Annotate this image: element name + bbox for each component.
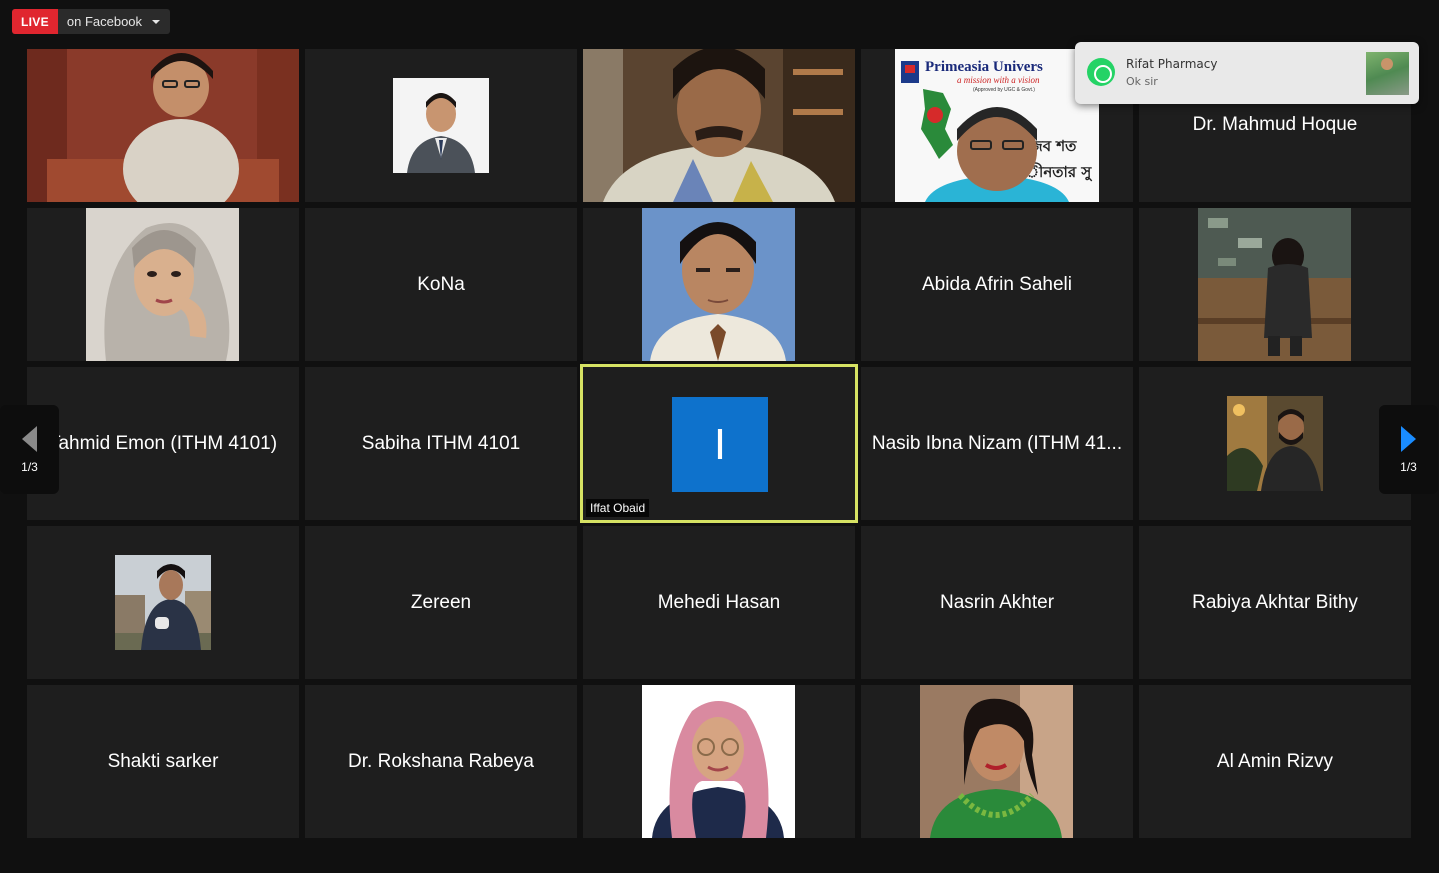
participant-name: Nasib Ibna Nizam (ITHM 41... bbox=[871, 432, 1123, 454]
chevron-down-icon[interactable] bbox=[152, 19, 161, 24]
page-indicator: 1/3 bbox=[21, 459, 38, 474]
participant-avatar-photo bbox=[86, 208, 239, 361]
participant-avatar-photo bbox=[1198, 208, 1351, 361]
participant-name: Tahmid Emon (ITHM 4101) bbox=[48, 432, 278, 454]
participant-name: Sabiha ITHM 4101 bbox=[361, 432, 521, 454]
participant-tile-suit-man[interactable] bbox=[305, 49, 577, 202]
previous-page-button[interactable]: 1/3 bbox=[0, 405, 59, 494]
participant-tile-bearded-man[interactable] bbox=[1139, 367, 1411, 520]
participant-name: Abida Afrin Saheli bbox=[922, 273, 1072, 295]
participant-tile-green-saree-woman[interactable] bbox=[861, 685, 1133, 838]
participant-name: Mehedi Hasan bbox=[657, 591, 781, 613]
live-destination[interactable]: on Facebook bbox=[58, 14, 170, 29]
participant-name: KoNa bbox=[417, 273, 465, 295]
notification-message: Ok sir bbox=[1126, 75, 1158, 88]
participant-tile-nasib[interactable]: Nasib Ibna Nizam (ITHM 41... bbox=[861, 367, 1133, 520]
banner-slogan: a mission with a vision bbox=[957, 75, 1040, 85]
participant-initial-avatar: I bbox=[672, 397, 768, 492]
participant-name: Al Amin Rizvy bbox=[1216, 750, 1334, 772]
participant-name: Dr. Mahmud Hoque bbox=[1192, 114, 1358, 135]
page-indicator: 1/3 bbox=[1400, 459, 1417, 474]
participant-tile-nasrin[interactable]: Nasrin Akhter bbox=[861, 526, 1133, 679]
participant-tile-child-balcony[interactable] bbox=[1139, 208, 1411, 361]
participant-avatar-photo bbox=[920, 685, 1073, 838]
participant-avatar-photo bbox=[1227, 396, 1323, 491]
chevron-left-icon bbox=[22, 425, 37, 452]
banner-university-name: Primeasia Univers bbox=[925, 59, 1043, 75]
participant-video-image bbox=[27, 49, 299, 202]
banner-bangla-line-2: ীনতার সু bbox=[1025, 162, 1093, 181]
participant-avatar-photo bbox=[115, 555, 211, 650]
participant-name: Rabiya Akhtar Bithy bbox=[1192, 591, 1358, 613]
participant-avatar-photo bbox=[642, 685, 795, 838]
banner-approved: (Approved by UGC & Govt.) bbox=[973, 87, 1035, 93]
participant-tile-al-amin[interactable]: Al Amin Rizvy bbox=[1139, 685, 1411, 838]
participant-tile-sabiha[interactable]: Sabiha ITHM 4101 bbox=[305, 367, 577, 520]
participant-avatar-photo bbox=[642, 208, 795, 361]
participant-video-elder-man[interactable] bbox=[583, 49, 855, 202]
sender-avatar bbox=[1366, 52, 1409, 95]
whatsapp-notification[interactable]: Rifat Pharmacy Ok sir bbox=[1075, 42, 1419, 104]
participant-name: Zereen bbox=[410, 591, 472, 613]
notification-sender: Rifat Pharmacy bbox=[1126, 57, 1218, 71]
live-destination-label: on Facebook bbox=[66, 14, 143, 29]
participant-avatar-photo bbox=[393, 78, 489, 173]
next-page-button[interactable]: 1/3 bbox=[1379, 405, 1438, 494]
participant-tile-pink-hijab-woman[interactable] bbox=[583, 685, 855, 838]
participant-video-image bbox=[583, 49, 855, 202]
participant-tile-kona[interactable]: KoNa bbox=[305, 208, 577, 361]
participant-tile-rabiya[interactable]: Rabiya Akhtar Bithy bbox=[1139, 526, 1411, 679]
participant-name: Shakti sarker bbox=[107, 750, 219, 772]
participant-tile-rokshana[interactable]: Dr. Rokshana Rabeya bbox=[305, 685, 577, 838]
participant-tile-hijab-woman[interactable] bbox=[27, 208, 299, 361]
participant-tile-man-blue-bg[interactable] bbox=[583, 208, 855, 361]
chevron-right-icon bbox=[1401, 425, 1416, 452]
participant-tile-abida[interactable]: Abida Afrin Saheli bbox=[861, 208, 1133, 361]
participant-tile-shakti[interactable]: Shakti sarker bbox=[27, 685, 299, 838]
participant-name-tag: Iffat Obaid bbox=[586, 499, 650, 517]
whatsapp-icon bbox=[1087, 58, 1115, 86]
live-tag: LIVE bbox=[12, 9, 58, 34]
participant-tile-mehedi[interactable]: Mehedi Hasan bbox=[583, 526, 855, 679]
participant-name: Dr. Rokshana Rabeya bbox=[348, 750, 534, 772]
participant-video-woman-saree[interactable] bbox=[27, 49, 299, 202]
participant-tile-tahmid[interactable]: Tahmid Emon (ITHM 4101) bbox=[27, 367, 299, 520]
participant-video-image: Primeasia Univers a mission with a visio… bbox=[895, 49, 1099, 202]
participant-name: Nasrin Akhter bbox=[939, 591, 1055, 613]
participant-tile-iffat-active-speaker[interactable]: I Iffat Obaid bbox=[580, 364, 858, 523]
live-status-badge[interactable]: LIVE on Facebook bbox=[12, 9, 171, 34]
participant-tile-young-man[interactable] bbox=[27, 526, 299, 679]
participant-tile-zereen[interactable]: Zereen bbox=[305, 526, 577, 679]
